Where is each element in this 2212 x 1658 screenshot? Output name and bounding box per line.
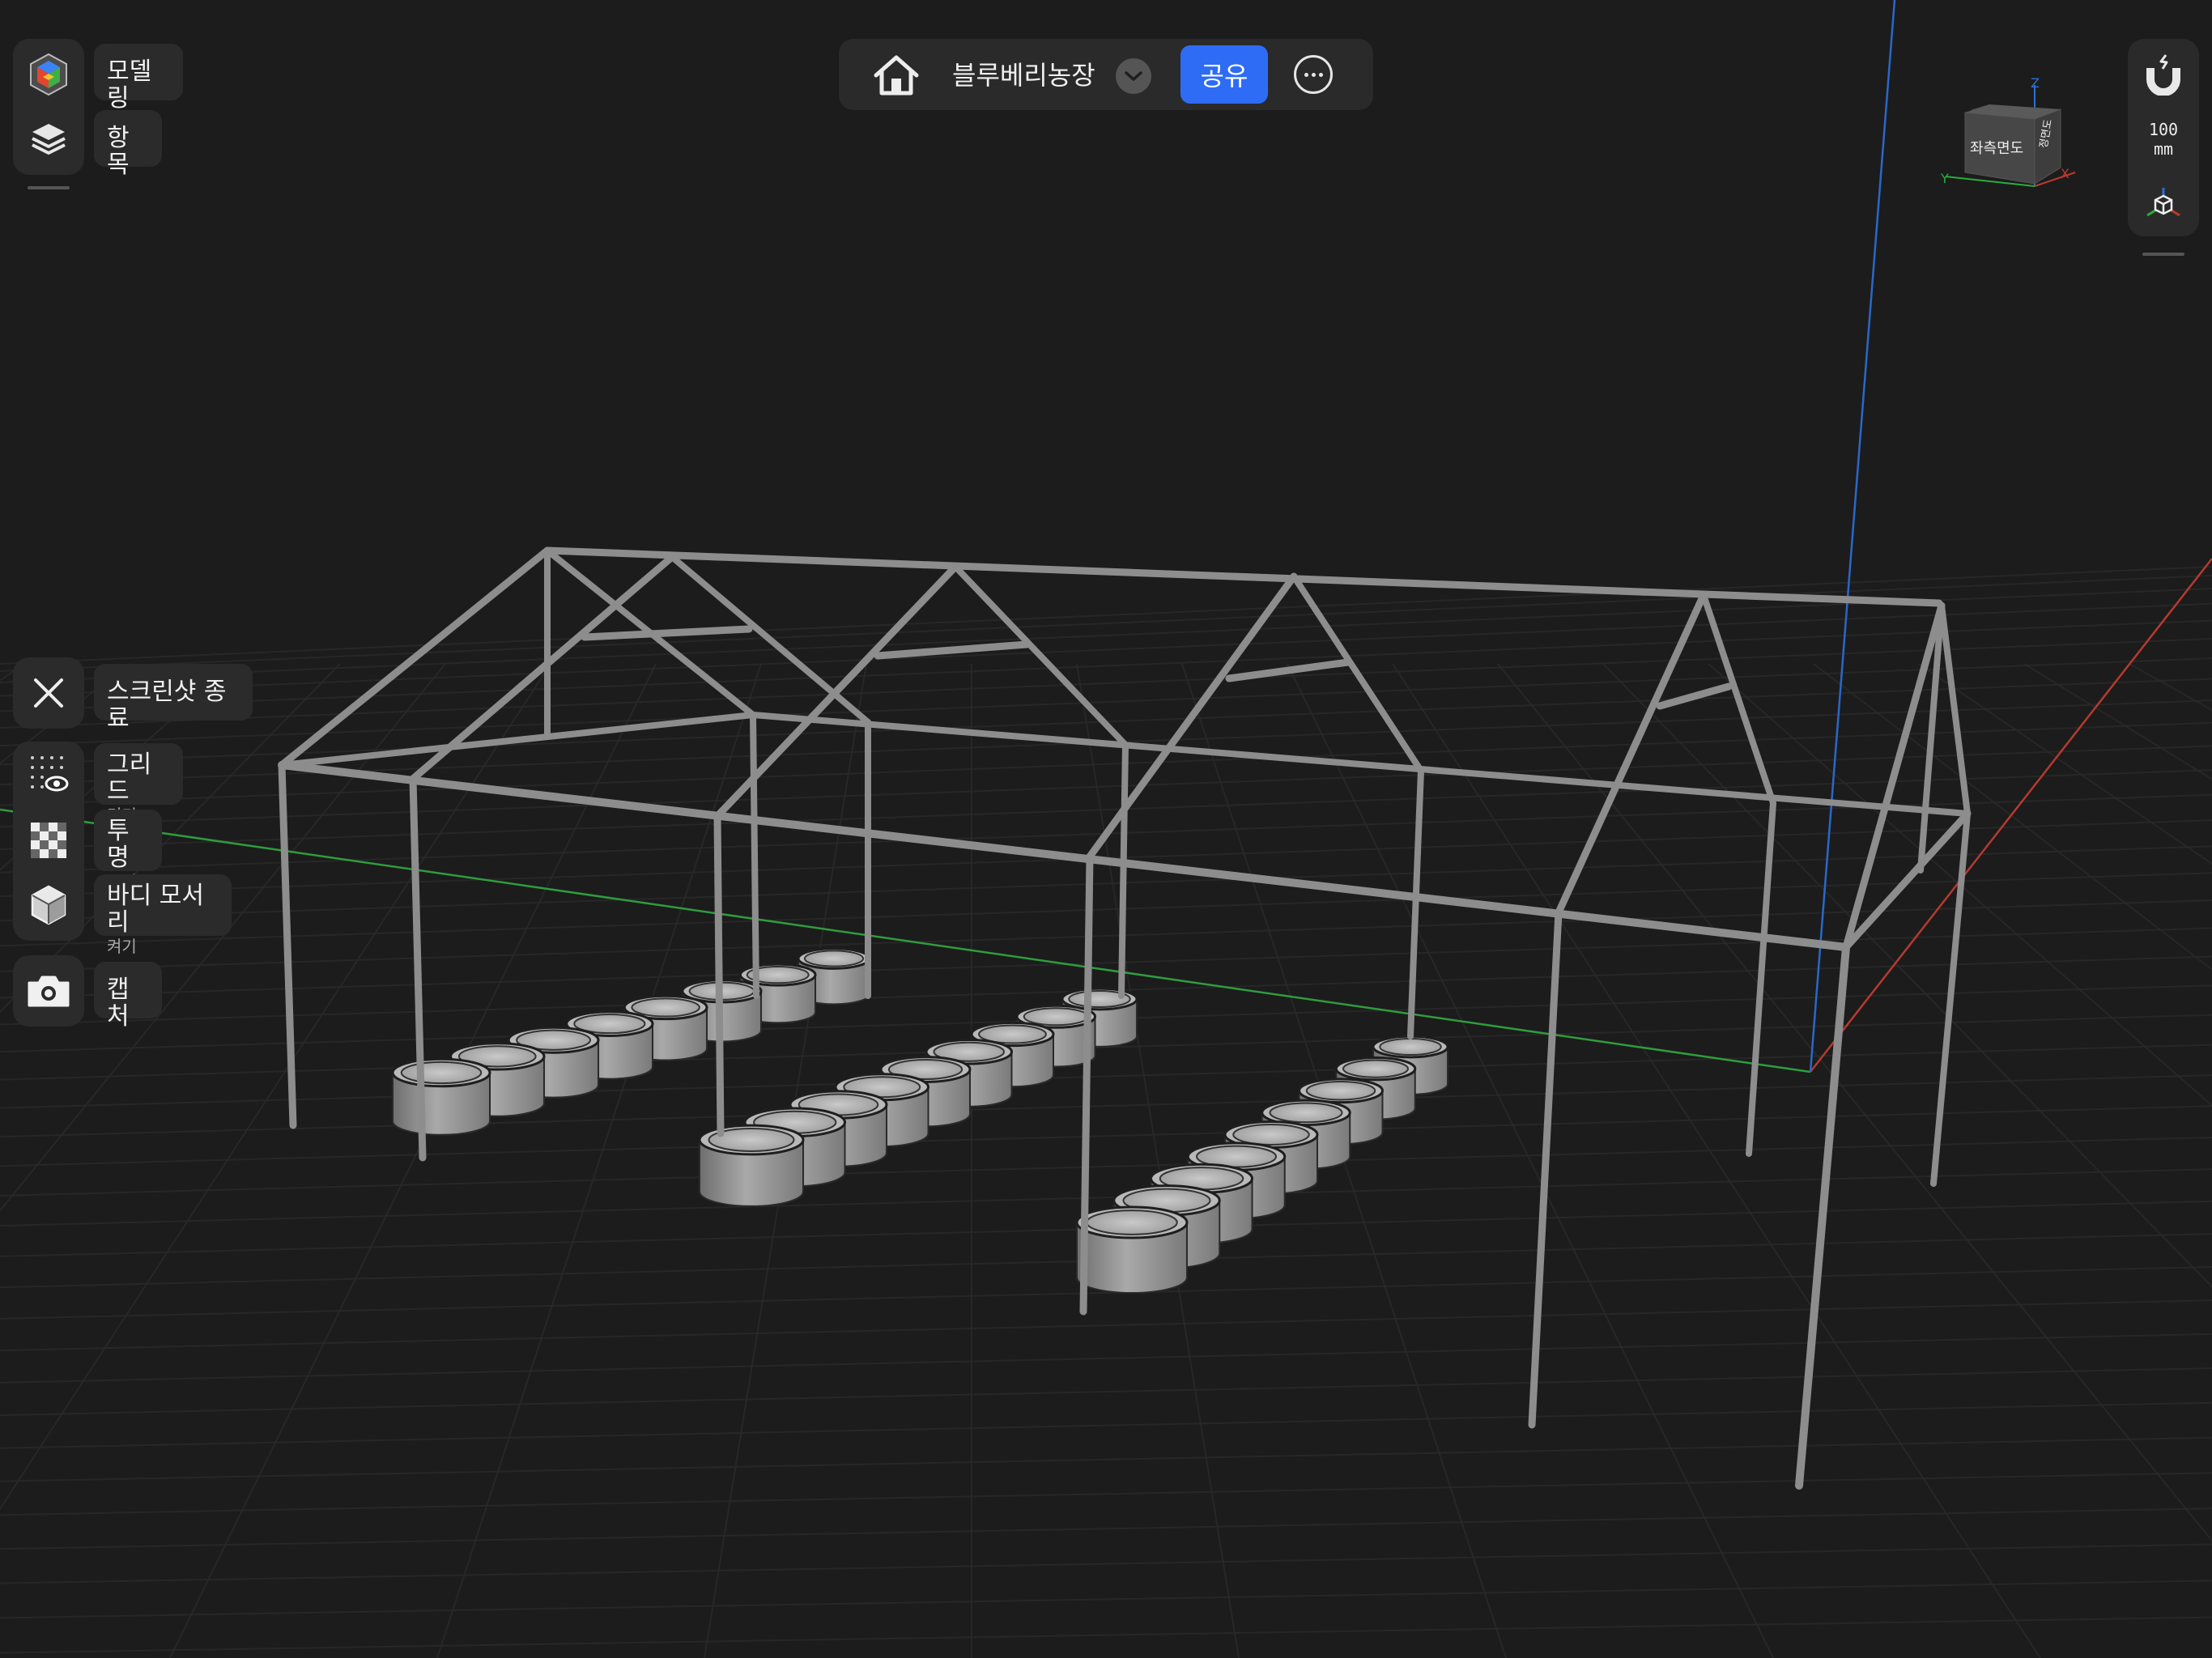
- capture-label[interactable]: 캡처: [94, 962, 162, 1030]
- grid-size-unit: mm: [2153, 139, 2174, 159]
- transparency-toggle-label[interactable]: 투명 끄기: [94, 810, 162, 891]
- snap-settings-panel: 100 mm: [2128, 39, 2199, 236]
- magnet-icon[interactable]: [2139, 50, 2188, 99]
- 3d-viewport[interactable]: [0, 0, 2212, 1658]
- close-icon: [34, 678, 63, 708]
- frame-pipe[interactable]: [713, 812, 725, 1137]
- axis-z-label: Z: [2031, 75, 2040, 91]
- right-panel-divider: [2142, 253, 2184, 256]
- transparency-label: 투명: [107, 817, 130, 872]
- axis-x-label: X: [2061, 166, 2069, 181]
- panel-divider: [28, 186, 70, 189]
- exit-screenshot-label[interactable]: 스크린샷 종료: [94, 664, 253, 732]
- chevron-down-icon[interactable]: [1116, 58, 1151, 94]
- layers-icon[interactable]: [24, 115, 73, 164]
- grid-label: 그리드: [107, 750, 152, 806]
- grid-toggle-label[interactable]: 그리드 켜기: [94, 743, 183, 824]
- planter-pot[interactable]: [1075, 1205, 1189, 1295]
- camera-icon: [28, 976, 70, 1007]
- body-edges-cube-icon[interactable]: [24, 881, 73, 929]
- grid-size-readout[interactable]: 100 mm: [2128, 120, 2199, 159]
- view-options-panel: [13, 742, 84, 941]
- exit-screenshot-icon-button[interactable]: [13, 657, 84, 729]
- view-cube-front-face[interactable]: 좌측면도: [1970, 137, 2023, 158]
- top-toolbar: 블루베리농장 공유: [839, 39, 1373, 110]
- frame-pipe[interactable]: [750, 712, 759, 999]
- planter-pot[interactable]: [391, 1057, 491, 1136]
- transparency-checker-icon[interactable]: [24, 816, 73, 865]
- grid-toggle-icon[interactable]: [24, 750, 73, 798]
- modeling-mode-label[interactable]: 모델링: [94, 44, 183, 112]
- modeling-mode-icon[interactable]: [24, 50, 73, 99]
- document-title[interactable]: 블루베리농장: [952, 55, 1095, 92]
- axes-cube-icon[interactable]: [2142, 183, 2184, 225]
- ellipsis-circle-icon[interactable]: [1294, 55, 1333, 94]
- body-edges-state: 켜기: [107, 937, 137, 956]
- workspace-panel: [13, 39, 84, 175]
- body-edges-label: 바디 모서리: [107, 882, 204, 937]
- frame-pipe[interactable]: [1118, 742, 1129, 999]
- body-edges-toggle-label[interactable]: 바디 모서리 켜기: [94, 874, 232, 955]
- share-button[interactable]: 공유: [1180, 45, 1268, 104]
- home-icon[interactable]: [871, 50, 921, 100]
- items-label[interactable]: 항목: [94, 110, 162, 178]
- grid-size-value: 100: [2148, 120, 2179, 139]
- axis-y-label: Y: [1941, 171, 1949, 186]
- planter-pot[interactable]: [698, 1124, 805, 1207]
- capture-icon-button[interactable]: [13, 955, 84, 1027]
- view-cube[interactable]: 좌측면도 정면도 X Y Z: [1939, 75, 2081, 206]
